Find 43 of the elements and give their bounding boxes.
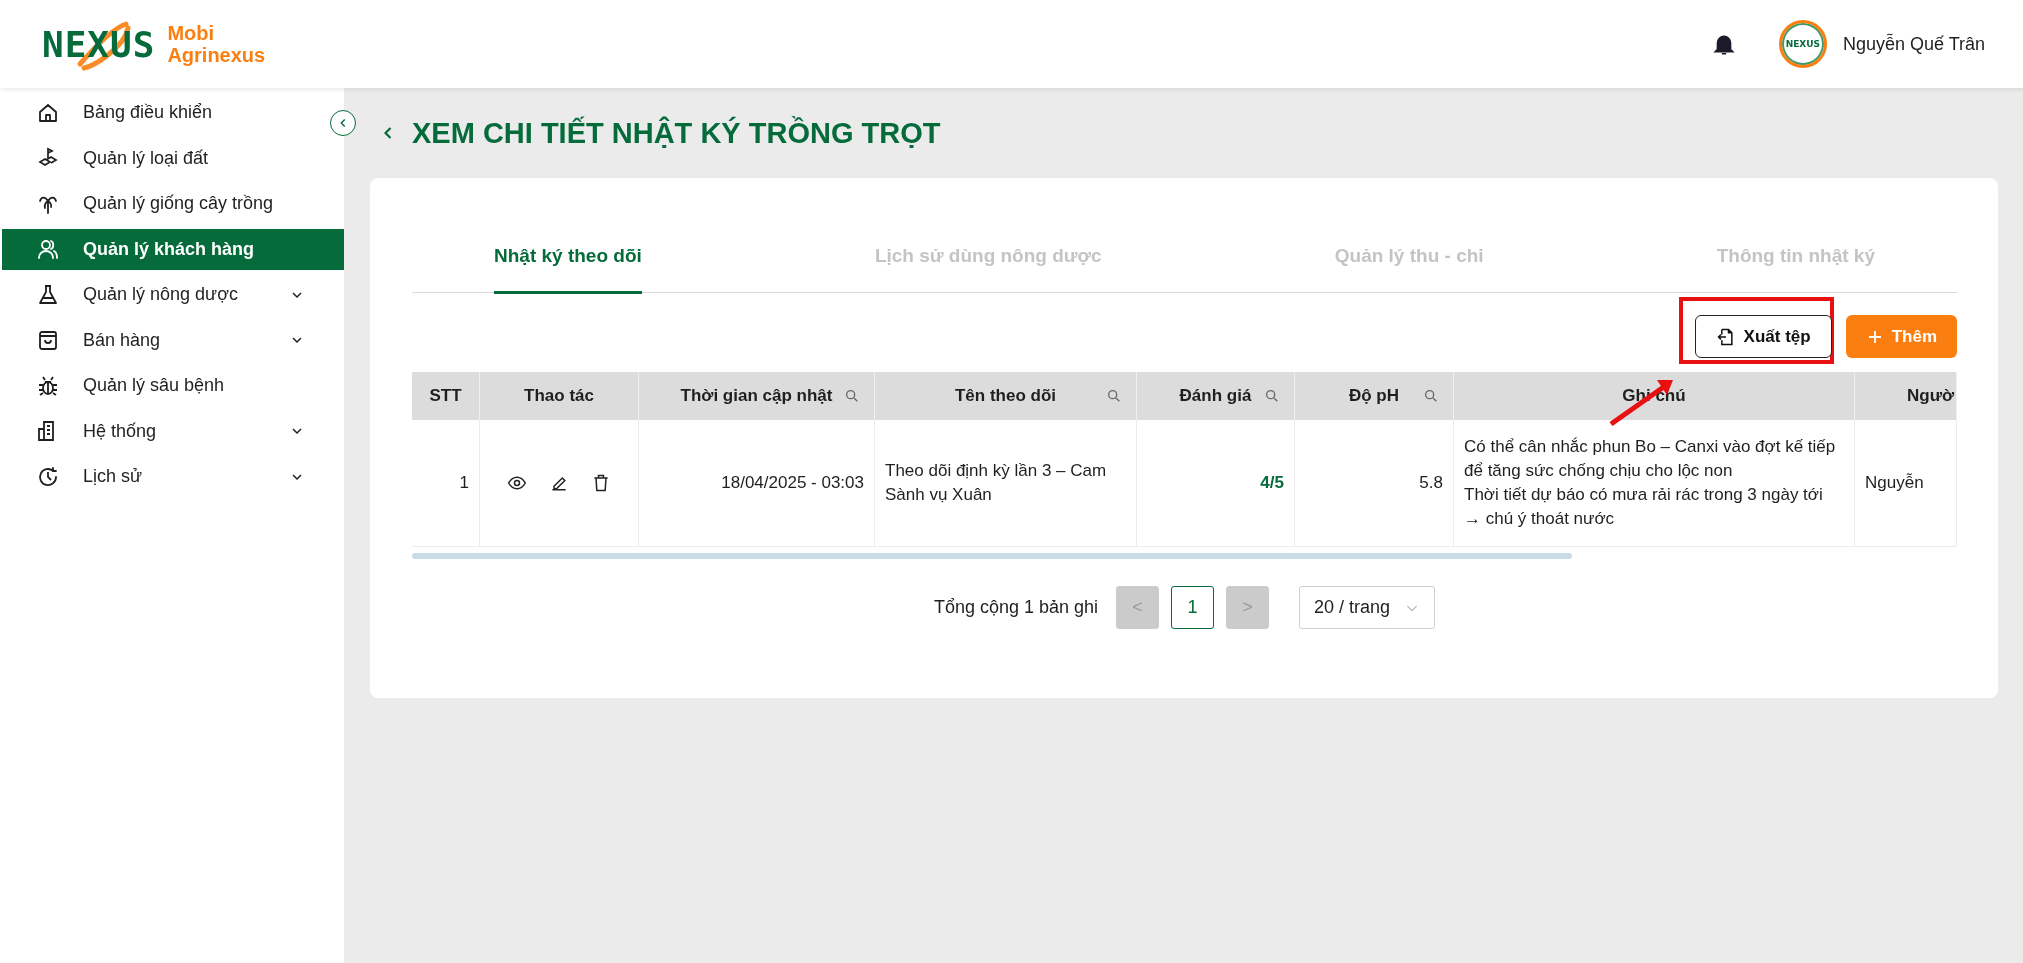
table-cell: 5.8 bbox=[1295, 420, 1454, 547]
column-header: Thao tác bbox=[480, 372, 639, 420]
table-cell: 1 bbox=[412, 420, 480, 547]
table-cell: Nguyễn bbox=[1855, 420, 1957, 547]
table-cell: Theo dõi định kỳ lần 3 – Cam Sành vụ Xuân bbox=[875, 420, 1137, 547]
sidebar-item[interactable]: Quản lý loại đất bbox=[2, 137, 328, 179]
clock-icon bbox=[36, 464, 60, 489]
eye-icon bbox=[507, 473, 527, 493]
brand-name: Agrinexus bbox=[167, 44, 266, 66]
sidebar-item[interactable]: Bán hàng bbox=[2, 319, 328, 361]
avatar[interactable]: NEXUS bbox=[1778, 20, 1827, 68]
table-cell: 18/04/2025 - 03:03 bbox=[639, 420, 875, 547]
note-text: Thời tiết dự báo có mưa rải rác trong 3 ngày tới → chú ý thoát nước bbox=[1464, 484, 1824, 530]
column-header: STT bbox=[412, 372, 480, 420]
page-size-select[interactable]: 20 / trang bbox=[1299, 586, 1436, 629]
total-count: Tổng cộng 1 bản ghi bbox=[933, 597, 1099, 618]
flask-icon bbox=[36, 282, 60, 307]
sidebar-item[interactable]: Quản lý sâu bệnh bbox=[2, 365, 328, 406]
sidebar-item[interactable]: Bảng điều khiển bbox=[2, 92, 328, 133]
trash-icon bbox=[591, 473, 611, 493]
export-file-icon bbox=[1715, 326, 1736, 347]
page-title: XEM CHI TIẾT NHẬT KÝ TRỒNG TRỌT bbox=[412, 116, 941, 150]
tab[interactable]: Nhật ký theo dõi bbox=[494, 244, 642, 294]
brand-name: Mobi bbox=[167, 22, 216, 44]
export-button[interactable]: Xuất tệp bbox=[1694, 315, 1832, 358]
column-header: Độ pH bbox=[1295, 372, 1454, 420]
page-button[interactable]: 1 bbox=[1171, 586, 1215, 629]
collapse-button[interactable] bbox=[330, 110, 356, 136]
sidebar-item[interactable]: Hệ thống bbox=[2, 410, 328, 452]
column-header: Thời gian cập nhật bbox=[639, 372, 875, 420]
note-text: Có thể cân nhắc phun Bo – Canxi vào đợt kế tiếp để tăng sức chống chịu cho lộc non bbox=[1464, 436, 1837, 482]
sidebar-item[interactable]: Quản lý khách hàng bbox=[2, 228, 344, 270]
scrollbar[interactable] bbox=[412, 553, 1572, 559]
rating-cell: 4/5 bbox=[1137, 420, 1295, 547]
sidebar-item[interactable]: Quản lý nông dược bbox=[2, 274, 328, 315]
column-header: Ngườ bbox=[1855, 372, 1957, 420]
bag-icon bbox=[36, 328, 60, 352]
user-name[interactable]: Nguyễn Quế Trân bbox=[1842, 33, 1985, 55]
users-icon bbox=[36, 237, 60, 261]
column-header: Đánh giá bbox=[1137, 372, 1295, 420]
sidebar-item[interactable]: Lịch sử bbox=[2, 456, 328, 497]
column-header: Tên theo dõi bbox=[875, 372, 1137, 420]
sidebar-item[interactable]: Quản lý giống cây trồng bbox=[2, 183, 328, 224]
